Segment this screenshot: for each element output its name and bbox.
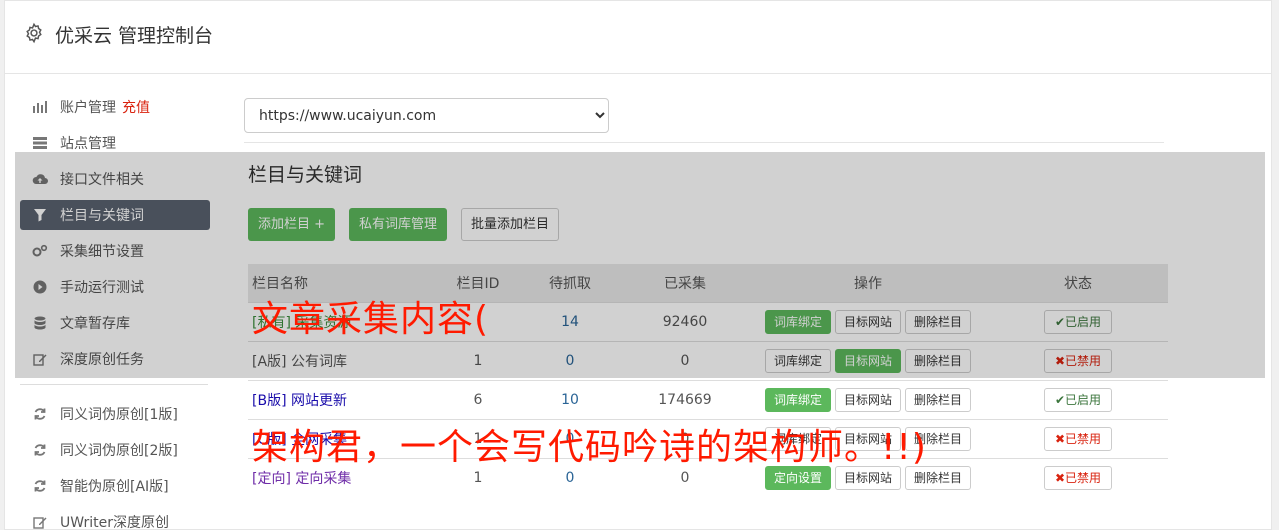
close-icon: ✖ [1054,470,1066,485]
bar-chart-icon [32,99,48,115]
edit-icon [32,514,48,530]
target-site-button[interactable]: 目标网站 [834,387,901,412]
watermark-line-2: 架构君，一个会写代码吟诗的架构师。!!) [252,427,927,468]
pending-count: 10 [561,391,579,408]
sidebar-item-synonym-v1[interactable]: 同义词伪原创[1版] [20,399,210,429]
gray-overlay [15,152,1265,378]
sidebar-item-smart-ai[interactable]: 智能伪原创[AI版] [20,471,210,501]
status-label: 已禁用 [1065,470,1102,485]
main-content: https://www.ucaiyun.com 栏目与关键词 添加栏目 + 私有… [244,98,1168,490]
column-name-link[interactable]: [B版] 网站更新 [248,380,438,419]
column-id: 6 [473,391,483,408]
header: 优采云 管理控制台 [5,1,1271,74]
status-label: 已启用 [1065,392,1102,407]
sidebar-item-label: 同义词伪原创[2版] [60,443,178,459]
status-label: 已禁用 [1065,431,1102,446]
watermark-line-1: 文章采集内容( [252,299,490,340]
recharge-link[interactable]: 充值 [122,97,150,117]
server-icon [32,135,48,151]
sidebar-item-label: 站点管理 [60,136,116,152]
collected-count: 174669 [658,391,712,408]
site-select[interactable]: https://www.ucaiyun.com [244,98,609,133]
divider [244,142,1164,143]
bind-lib-button[interactable]: 词库绑定 [764,387,831,412]
gear-icon [26,22,42,44]
sidebar-item-synonym-v2[interactable]: 同义词伪原创[2版] [20,435,210,465]
sidebar-item-label: 同义词伪原创[1版] [60,407,178,423]
status-enabled-button[interactable]: ✔已启用 [1043,387,1113,412]
refresh-icon [32,442,48,458]
sidebar-item-uwriter[interactable]: UWriter深度原创 [20,507,210,530]
delete-column-button[interactable]: 删除栏目 [905,387,972,412]
app-title: 优采云 管理控制台 [55,25,214,47]
check-icon: ✔ [1054,392,1066,407]
sidebar-item-label: 智能伪原创[AI版] [60,479,169,495]
sidebar-item-account[interactable]: 账户管理 充值 [20,92,210,122]
status-disabled-button[interactable]: ✖已禁用 [1043,465,1113,490]
sidebar-item-label: UWriter深度原创 [60,515,169,530]
status-disabled-button[interactable]: ✖已禁用 [1043,426,1113,451]
sidebar-item-label: 账户管理 [60,100,116,116]
refresh-icon [32,406,48,422]
close-icon: ✖ [1054,431,1066,446]
sidebar-divider [20,384,208,385]
refresh-icon [32,478,48,494]
table-row: [B版] 网站更新 6 10 174669 词库绑定 目标网站 删除栏目 ✔已启… [248,380,1168,419]
